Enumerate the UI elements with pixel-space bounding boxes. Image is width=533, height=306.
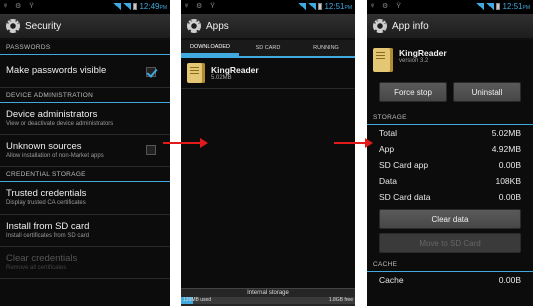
storage-used-text: 139MB used (183, 297, 212, 303)
pref-device-administrators[interactable]: Device administrators View or deactivate… (0, 103, 170, 136)
pref-summary: Allow installation of non-Market apps (6, 153, 104, 160)
storage-row-total: Total 5.02MB (367, 125, 533, 141)
force-stop-button[interactable]: Force stop (379, 82, 447, 102)
security-screen: ᵠ ⚙ Ÿ 12:49PM Security PASSWORDS Make pa… (0, 0, 170, 306)
pref-title: Install from SD card (6, 220, 90, 232)
status-clock: 12:51PM (502, 2, 530, 11)
section-header-device-administration: DEVICE ADMINISTRATION (0, 88, 170, 103)
row-label: App (379, 144, 395, 154)
section-header-credential-storage: CREDENTIAL STORAGE (0, 167, 170, 183)
row-label: Total (379, 128, 397, 138)
tab-bar: DOWNLOADED SD CARD RUNNING (181, 40, 355, 58)
app-name: KingReader (399, 48, 447, 58)
pref-summary: View or deactivate device administrators (6, 121, 114, 127)
action-buttons: Force stop Uninstall (367, 76, 533, 110)
section-header-storage: STORAGE (367, 110, 533, 125)
app-version: version 3.2 (399, 58, 429, 64)
status-bar: ᵠ ⚙ Ÿ 12:51PM (181, 0, 355, 14)
pref-clear-credentials: Clear credentials Remove all certificate… (0, 247, 170, 279)
clear-data-button[interactable]: Clear data (379, 209, 521, 229)
app-info-screen: ᵠ ⚙ Ÿ 12:51PM App info KingReader versio… (367, 0, 533, 306)
section-header-cache: CACHE (367, 257, 533, 272)
cell-signal-icon (308, 3, 317, 10)
storage-row-data: Data 108KB (367, 173, 533, 189)
settings-gear-icon[interactable] (6, 19, 20, 33)
status-bar: ᵠ ⚙ Ÿ 12:49PM (0, 0, 170, 14)
status-clock: 12:51PM (324, 2, 352, 11)
app-size: 5.02MB (211, 75, 232, 81)
pref-trusted-credentials[interactable]: Trusted credentials Display trusted CA c… (0, 182, 170, 215)
storage-row-app: App 4.92MB (367, 141, 533, 157)
app-name: KingReader (211, 65, 259, 75)
notification-icons: ᵠ ⚙ Ÿ (371, 3, 404, 10)
row-value: 0.00B (498, 192, 521, 202)
storage-usage-bar: Internal storage 139MB used 1.8GB free (181, 288, 355, 306)
app-header: KingReader version 3.2 (367, 40, 533, 76)
status-clock: 12:49PM (139, 2, 167, 11)
pref-title: Trusted credentials (6, 188, 87, 200)
annotation-arrow-2 (334, 138, 373, 148)
settings-gear-icon[interactable] (187, 19, 201, 33)
battery-icon (133, 3, 138, 10)
pref-summary: Remove all certificates (6, 264, 67, 271)
settings-gear-icon[interactable] (373, 19, 387, 33)
storage-free-text: 1.8GB free (328, 297, 353, 303)
section-header-passwords: PASSWORDS (0, 40, 170, 55)
row-value: 0.00B (498, 275, 521, 285)
row-label: SD Card app (379, 160, 429, 170)
pref-title: Device administrators (6, 109, 98, 120)
notification-icons: ᵠ ⚙ Ÿ (185, 3, 218, 10)
pref-install-from-sd[interactable]: Install from SD card Install certificate… (0, 215, 170, 247)
row-value: 5.02MB (491, 128, 521, 138)
notification-icons: ᵠ ⚙ Ÿ (4, 3, 37, 10)
annotation-arrow-1 (163, 138, 208, 148)
row-value: 108KB (495, 176, 521, 186)
page-title: App info (392, 20, 429, 32)
battery-icon (318, 3, 323, 10)
row-value: 0.00B (498, 160, 521, 170)
page-title: Security (25, 20, 62, 32)
cell-signal-icon (123, 3, 132, 10)
storage-row-sd-card-app: SD Card app 0.00B (367, 157, 533, 173)
pref-title: Make passwords visible (6, 65, 107, 76)
row-label: SD Card data (379, 192, 431, 202)
page-title: Apps (206, 20, 229, 32)
checkbox-checked[interactable] (146, 67, 156, 77)
pref-title: Clear credentials (6, 252, 78, 264)
kingreader-app-icon (373, 48, 393, 72)
action-bar: App info (367, 14, 533, 40)
storage-row-sd-card-data: SD Card data 0.00B (367, 189, 533, 205)
battery-icon (496, 3, 501, 10)
storage-bar: 139MB used 1.8GB free (181, 297, 355, 304)
tab-running[interactable]: RUNNING (297, 40, 355, 56)
cell-signal-icon (486, 3, 495, 10)
apps-screen: ᵠ ⚙ Ÿ 12:51PM Apps DOWNLOADED SD CARD RU… (181, 0, 355, 306)
pref-summary: Display trusted CA certificates (6, 200, 86, 207)
wifi-signal-icon (113, 3, 122, 10)
action-bar: Apps (181, 14, 355, 40)
pref-unknown-sources[interactable]: Unknown sources Allow installation of no… (0, 135, 170, 168)
cache-row: Cache 0.00B (367, 272, 533, 288)
wifi-signal-icon (298, 3, 307, 10)
pref-title: Unknown sources (6, 141, 82, 153)
move-to-sd-button: Move to SD Card (379, 233, 521, 253)
tab-sd-card[interactable]: SD CARD (239, 40, 297, 56)
app-list-item[interactable]: KingReader 5.02MB (181, 58, 355, 89)
uninstall-button[interactable]: Uninstall (453, 82, 521, 102)
tab-downloaded[interactable]: DOWNLOADED (181, 40, 239, 56)
pref-make-passwords-visible[interactable]: Make passwords visible (0, 55, 170, 88)
kingreader-app-icon (187, 63, 205, 83)
status-bar: ᵠ ⚙ Ÿ 12:51PM (367, 0, 533, 14)
row-value: 4.92MB (491, 144, 521, 154)
pref-summary: Install certificates from SD card (6, 232, 90, 239)
wifi-signal-icon (476, 3, 485, 10)
row-label: Cache (379, 275, 404, 285)
storage-label: Internal storage (247, 290, 289, 296)
row-label: Data (379, 176, 397, 186)
action-bar: Security (0, 14, 170, 40)
checkbox-unchecked[interactable] (146, 145, 156, 156)
